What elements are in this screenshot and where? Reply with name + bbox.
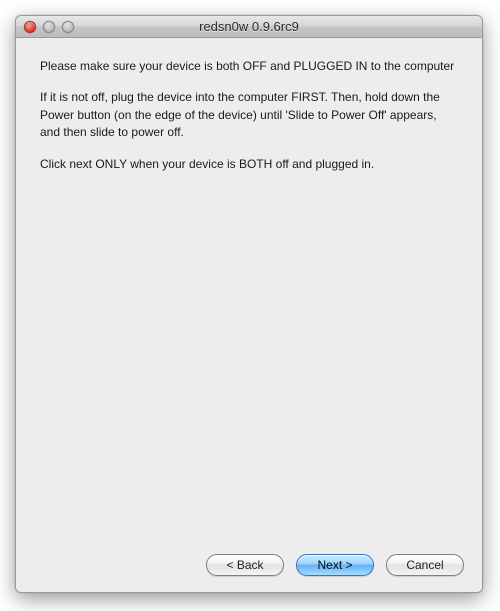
traffic-lights: [16, 21, 74, 33]
window-title: redsn0w 0.9.6rc9: [16, 19, 482, 34]
back-button[interactable]: < Back: [206, 554, 284, 576]
next-button[interactable]: Next >: [296, 554, 374, 576]
titlebar[interactable]: redsn0w 0.9.6rc9: [16, 16, 482, 38]
cancel-button[interactable]: Cancel: [386, 554, 464, 576]
close-icon[interactable]: [24, 21, 36, 33]
instruction-paragraph-3: Click next ONLY when your device is BOTH…: [40, 156, 458, 173]
button-row: < Back Next > Cancel: [16, 544, 482, 592]
instruction-paragraph-1: Please make sure your device is both OFF…: [40, 58, 458, 75]
content-area: Please make sure your device is both OFF…: [16, 38, 482, 544]
instruction-paragraph-2: If it is not off, plug the device into t…: [40, 89, 458, 141]
minimize-icon[interactable]: [43, 21, 55, 33]
app-window: redsn0w 0.9.6rc9 Please make sure your d…: [15, 15, 483, 593]
zoom-icon[interactable]: [62, 21, 74, 33]
